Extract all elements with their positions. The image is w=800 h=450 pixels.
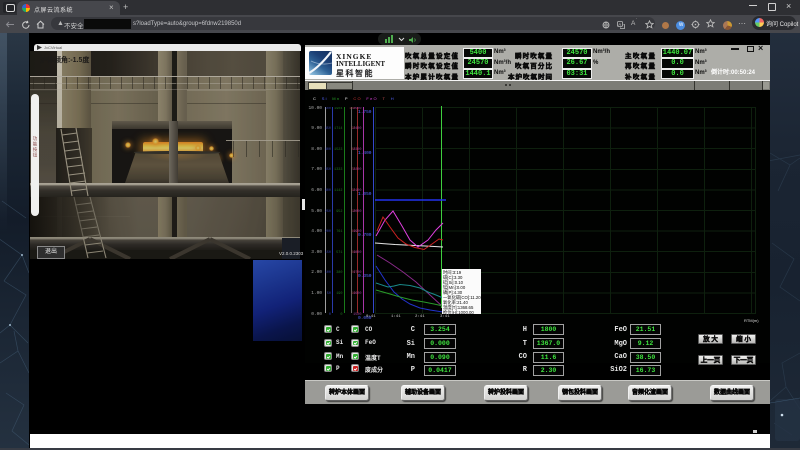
svg-text:A: A: [618, 21, 621, 26]
